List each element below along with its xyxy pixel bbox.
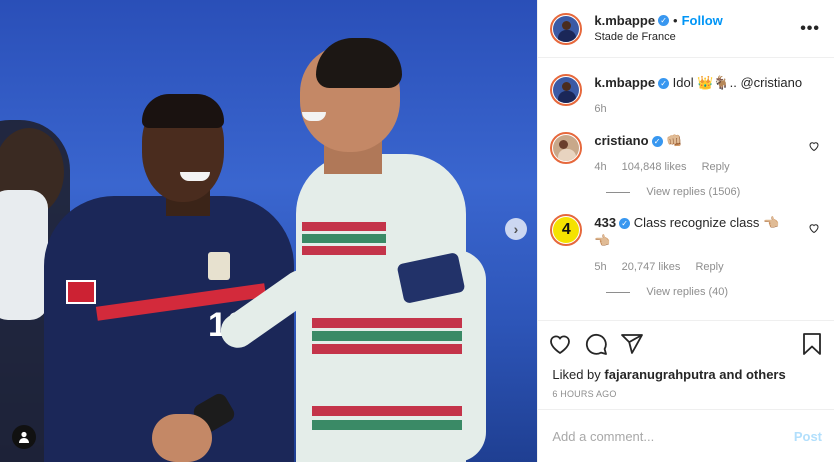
likes-summary: Liked by fajaranugrahputra and others: [538, 367, 834, 383]
header-username[interactable]: k.mbappe: [594, 13, 655, 28]
heart-icon[interactable]: [808, 222, 820, 234]
avatar[interactable]: [550, 132, 583, 164]
comment-username[interactable]: 433: [594, 215, 616, 230]
user-tag-glyph: [19, 431, 29, 443]
avatar-image: [553, 77, 580, 103]
share-icon[interactable]: [620, 332, 644, 356]
reply-button[interactable]: Reply: [695, 261, 723, 273]
post-comment-button[interactable]: Post: [794, 429, 822, 444]
liked-by-user[interactable]: fajaranugrahputra: [604, 367, 715, 382]
user-tag-icon[interactable]: [12, 425, 36, 449]
comment-icon[interactable]: [584, 332, 608, 356]
avatar-image: 4: [553, 217, 580, 243]
mbappe-hair: [142, 94, 224, 128]
avatar-image: [553, 135, 580, 161]
comment-body: 433 ✓ Class recognize class 👈🏼 👈🏼 5h 20,7…: [594, 214, 822, 276]
heart-icon[interactable]: [808, 140, 820, 152]
post-photo[interactable]: 10 ›: [0, 0, 538, 462]
reply-button[interactable]: Reply: [702, 161, 730, 173]
comment-item: cristiano ✓ 👊🏼 4h 104,848 likes Reply: [550, 132, 822, 176]
verified-badge-icon: ✓: [651, 136, 663, 148]
verified-badge-icon: ✓: [658, 78, 670, 90]
post-age[interactable]: 6 HOURS AGO: [538, 383, 834, 399]
avatar[interactable]: [550, 12, 583, 45]
replies-line: [606, 191, 631, 193]
more-options-icon[interactable]: •••: [800, 20, 820, 38]
comment-time[interactable]: 5h: [594, 261, 606, 273]
jersey-badge: [208, 252, 230, 280]
add-comment-bar: Add a comment... Post: [538, 409, 834, 462]
comment-body: k.mbappe ✓ Idol 👑🐐.. @cristiano 6h: [594, 74, 822, 118]
post-sidebar: k.mbappe ✓ • Follow Stade de France ••• k.m…: [537, 0, 834, 462]
comment-meta: 5h 20,747 likes Reply: [594, 258, 822, 276]
background-player-shirt: [0, 190, 48, 320]
comment-meta: 4h 104,848 likes Reply: [594, 158, 822, 176]
comment-text: 👊🏼: [666, 133, 683, 148]
likes-prefix: Liked by: [552, 367, 605, 382]
comment-text: Class recognize class 👈🏼: [633, 215, 780, 230]
jersey-stripe: [302, 246, 386, 255]
verified-badge-icon: ✓: [658, 14, 670, 26]
separator: •: [673, 12, 678, 28]
caption-username[interactable]: k.mbappe: [594, 75, 655, 90]
comment-body: cristiano ✓ 👊🏼 4h 104,848 likes Reply: [594, 132, 822, 176]
caption-text: Idol 👑🐐.. @cristiano: [672, 75, 803, 90]
avatar-text: 4: [561, 221, 571, 238]
mbappe-smile: [180, 172, 210, 181]
jersey-stripe: [302, 234, 386, 243]
view-replies-label: View replies (1506): [646, 186, 741, 198]
comment-likes[interactable]: 20,747 likes: [622, 261, 681, 273]
jersey-stripe: [312, 406, 462, 416]
liked-by-others[interactable]: and others: [716, 367, 785, 382]
comment-text-line2: 👈🏼: [594, 233, 611, 248]
jersey-stripe: [312, 420, 462, 430]
comment-time[interactable]: 4h: [594, 161, 606, 173]
action-bar: [538, 320, 834, 367]
avatar[interactable]: [550, 74, 583, 106]
comment-likes[interactable]: 104,848 likes: [622, 161, 687, 173]
post-header: k.mbappe ✓ • Follow Stade de France •••: [538, 0, 834, 58]
add-comment-input[interactable]: Add a comment...: [552, 429, 654, 444]
caption: k.mbappe ✓ Idol 👑🐐.. @cristiano 6h: [550, 74, 822, 118]
instagram-post: 10 › k.mbappe✓•Follow Sta: [0, 0, 834, 462]
comment-username[interactable]: cristiano: [594, 133, 648, 148]
header-text: k.mbappe ✓ • Follow Stade de France: [594, 13, 722, 45]
comment-meta: 6h: [594, 100, 822, 118]
avatar-image: [553, 15, 580, 42]
location-link[interactable]: Stade de France: [594, 29, 722, 45]
jersey-stripe: [312, 344, 462, 354]
header-line: k.mbappe ✓ • Follow: [594, 13, 722, 29]
ronaldo-hair: [316, 38, 402, 88]
replies-line: [606, 291, 631, 293]
view-replies[interactable]: View replies (1506): [606, 186, 822, 198]
jersey-stripe: [312, 331, 462, 341]
ronaldo-hand: [152, 414, 212, 462]
jersey-stripe: [312, 318, 462, 328]
avatar[interactable]: 4: [550, 214, 583, 246]
comment-item: 4 433 ✓ Class recognize class 👈🏼 👈🏼 5h 20…: [550, 214, 822, 276]
verified-badge-icon: ✓: [619, 218, 631, 230]
bookmark-icon[interactable]: [800, 332, 824, 356]
caption-time[interactable]: 6h: [594, 103, 606, 115]
view-replies[interactable]: View replies (40): [606, 286, 822, 298]
chevron-right-icon[interactable]: ›: [505, 218, 527, 240]
jersey-patch: [66, 280, 96, 304]
comments-list[interactable]: k.mbappe ✓ Idol 👑🐐.. @cristiano 6h cristi…: [538, 58, 834, 320]
jersey-stripe: [302, 222, 386, 231]
follow-button[interactable]: Follow: [682, 13, 723, 28]
view-replies-label: View replies (40): [646, 286, 729, 298]
like-heart-icon[interactable]: [548, 332, 572, 356]
